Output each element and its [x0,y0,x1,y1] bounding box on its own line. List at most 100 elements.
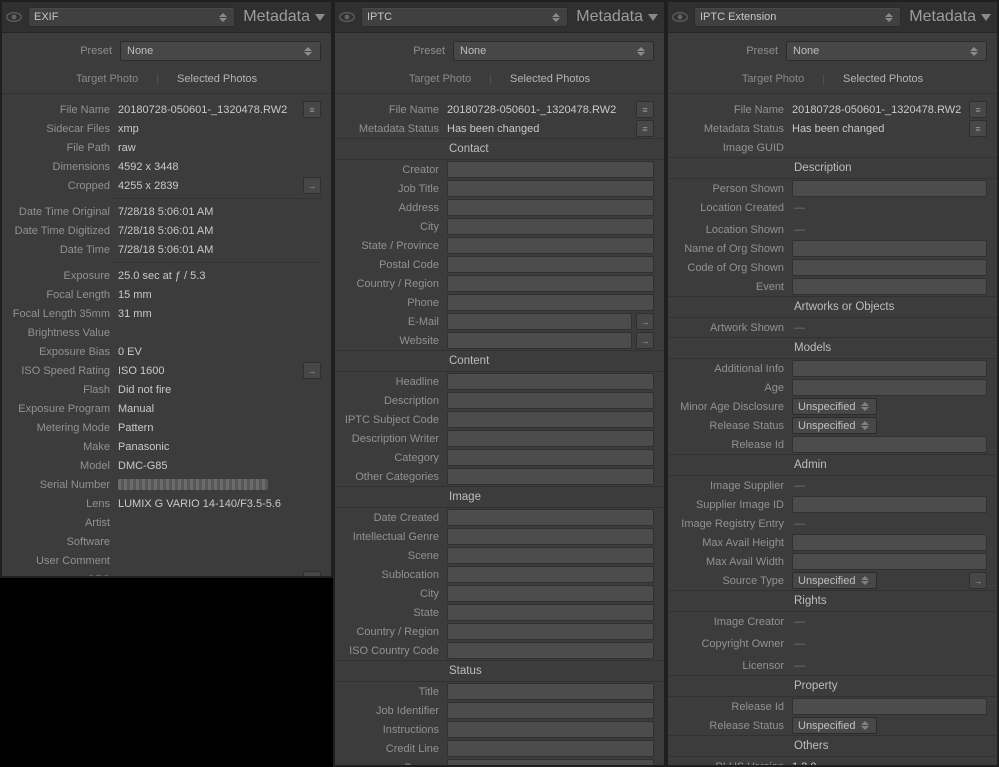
location-shown-empty[interactable]: — [792,224,805,236]
prop-release-id-input[interactable] [792,698,987,715]
date-original-value[interactable]: 7/28/18 5:06:01 AM [118,206,321,218]
copy-owner-empty[interactable]: — [792,638,805,650]
image-state-input[interactable] [447,604,654,621]
code-org-input[interactable] [792,259,987,276]
selected-photos-tab[interactable]: Selected Photos [843,73,923,85]
file-name-value[interactable]: 20180728-050601-_1320478.RW2 [118,104,299,116]
date-created-input[interactable] [447,509,654,526]
action-icon[interactable]: → [969,572,987,589]
metadata-type-select[interactable]: IPTC Extension [694,7,901,27]
max-w-input[interactable] [792,553,987,570]
source-type-select[interactable]: Unspecified [792,572,877,589]
postal-input[interactable] [447,256,654,273]
max-h-input[interactable] [792,534,987,551]
minor-age-select[interactable]: Unspecified [792,398,877,415]
email-input[interactable] [447,313,632,330]
image-supplier-empty[interactable]: — [792,480,805,492]
panel-title[interactable]: Metadata [568,8,658,26]
metadata-type-select[interactable]: EXIF [28,7,235,27]
panel-title[interactable]: Metadata [235,8,325,26]
image-creator-empty[interactable]: — [792,616,805,628]
addl-info-input[interactable] [792,360,987,377]
action-icon[interactable]: → [303,177,321,194]
state-province-input[interactable] [447,237,654,254]
category-input[interactable] [447,449,654,466]
selected-photos-tab[interactable]: Selected Photos [510,73,590,85]
section-status: Status [335,660,664,682]
sublocation-input[interactable] [447,566,654,583]
resolve-status-icon[interactable]: ≡ [636,120,654,137]
map-go-icon[interactable]: → [303,571,321,578]
creator-input[interactable] [447,161,654,178]
iso-cc-input[interactable] [447,642,654,659]
flash-value: Did not fire [118,384,321,396]
preset-select[interactable]: None [786,41,987,61]
model-value: DMC-G85 [118,460,321,472]
phone-input[interactable] [447,294,654,311]
action-icon[interactable]: → [303,362,321,379]
city-input[interactable] [447,218,654,235]
scene-input[interactable] [447,547,654,564]
visibility-icon[interactable] [6,10,22,24]
serial-value-redacted [118,479,268,490]
instructions-input[interactable] [447,721,654,738]
release-id-input[interactable] [792,436,987,453]
supplier-id-input[interactable] [792,496,987,513]
file-name-value[interactable]: 20180728-050601-_1320478.RW2 [447,104,632,116]
person-shown-input[interactable] [792,180,987,197]
description-input[interactable] [447,392,654,409]
image-city-input[interactable] [447,585,654,602]
file-menu-icon[interactable]: ≡ [969,101,987,118]
target-photo-tab[interactable]: Target Photo [409,73,471,85]
artwork-shown-empty[interactable]: — [792,322,805,334]
preset-select[interactable]: None [120,41,321,61]
panel-title[interactable]: Metadata [901,8,991,26]
metadata-type-value: EXIF [34,11,58,23]
headline-input[interactable] [447,373,654,390]
open-url-icon[interactable]: → [636,332,654,349]
preset-row: Preset None [2,33,331,69]
target-photo-tab[interactable]: Target Photo [742,73,804,85]
target-photo-tab[interactable]: Target Photo [76,73,138,85]
panel-header: IPTC Extension Metadata [668,2,997,33]
licensor-empty[interactable]: — [792,660,805,672]
file-menu-icon[interactable]: ≡ [303,101,321,118]
name-org-input[interactable] [792,240,987,257]
source-input[interactable] [447,759,654,767]
release-status-select[interactable]: Unspecified [792,417,877,434]
visibility-icon[interactable] [339,10,355,24]
section-rights: Rights [668,590,997,612]
section-artworks: Artworks or Objects [668,296,997,318]
registry-empty[interactable]: — [792,518,805,530]
file-menu-icon[interactable]: ≡ [636,101,654,118]
job-title-input[interactable] [447,180,654,197]
focal-value: 15 mm [118,289,321,301]
stepper-icon [219,13,229,22]
metadata-panel-iptc-ext: IPTC Extension Metadata PresetNone Targe… [666,0,999,767]
metadata-type-select[interactable]: IPTC [361,7,568,27]
desc-writer-input[interactable] [447,430,654,447]
metadata-panel-exif: EXIF Metadata Preset None Target Photo |… [0,0,333,578]
job-id-input[interactable] [447,702,654,719]
section-image: Image [335,486,664,508]
other-cat-input[interactable] [447,468,654,485]
preset-select[interactable]: None [453,41,654,61]
credit-input[interactable] [447,740,654,757]
age-input[interactable] [792,379,987,396]
country-input[interactable] [447,275,654,292]
event-input[interactable] [792,278,987,295]
website-input[interactable] [447,332,632,349]
subject-code-input[interactable] [447,411,654,428]
resolve-status-icon[interactable]: ≡ [969,120,987,137]
visibility-icon[interactable] [672,10,688,24]
genre-input[interactable] [447,528,654,545]
address-input[interactable] [447,199,654,216]
title-input[interactable] [447,683,654,700]
selected-photos-tab[interactable]: Selected Photos [177,73,257,85]
image-country-input[interactable] [447,623,654,640]
file-name-value[interactable]: 20180728-050601-_1320478.RW2 [792,104,965,116]
location-created-empty[interactable]: — [792,202,805,214]
program-value: Manual [118,403,321,415]
compose-email-icon[interactable]: → [636,313,654,330]
prop-release-status-select[interactable]: Unspecified [792,717,877,734]
